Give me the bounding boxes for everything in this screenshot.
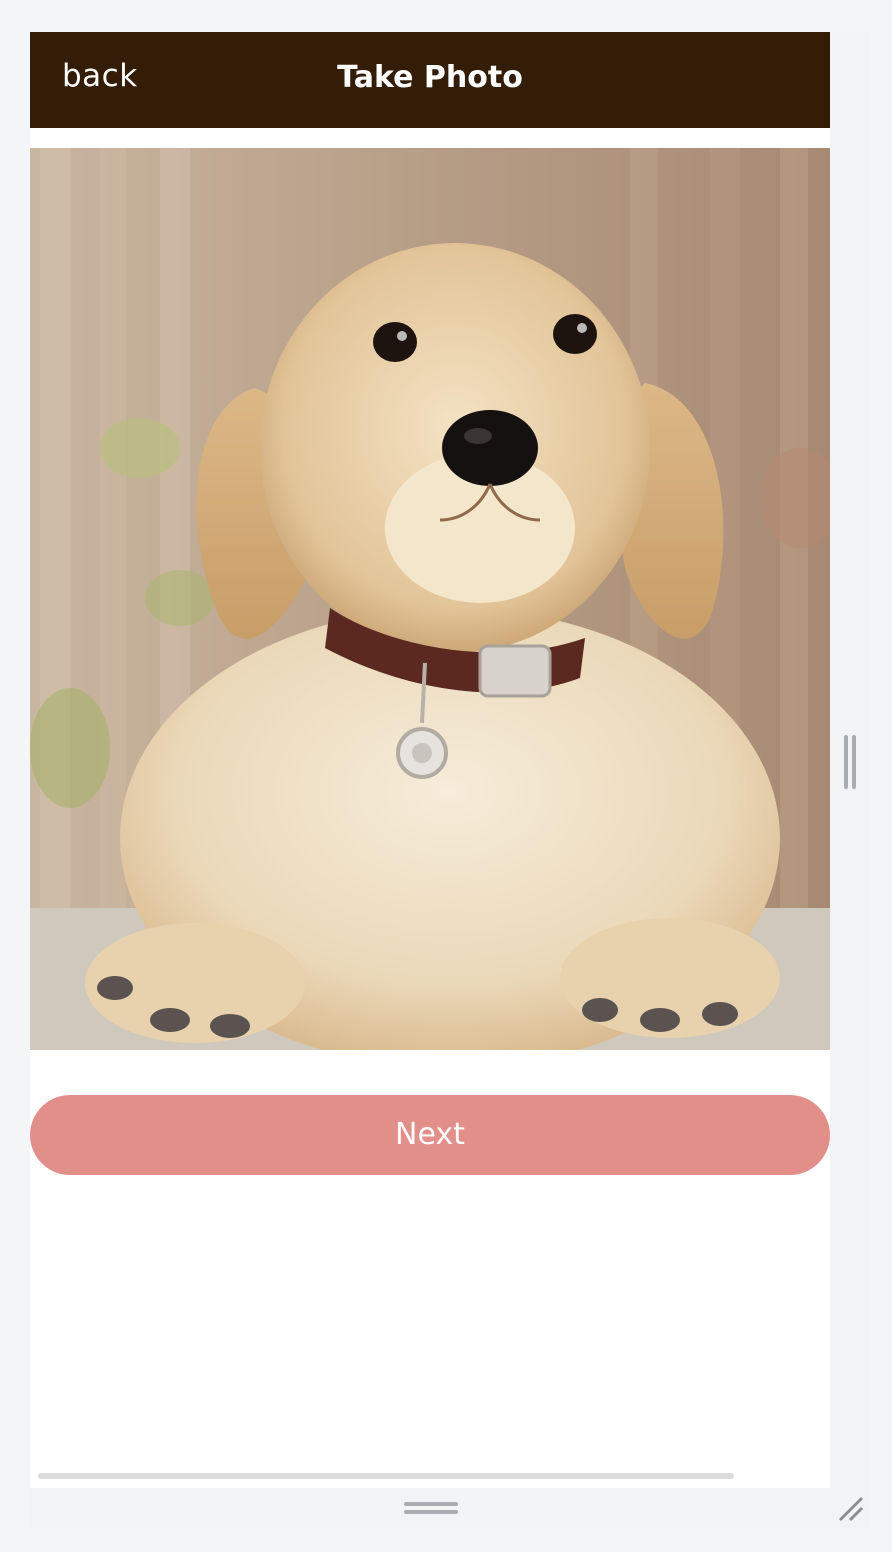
- app-screen: back Take Photo Next: [30, 32, 830, 1488]
- preview-frame: back Take Photo Next: [30, 32, 870, 1528]
- puppy-photo-icon: [30, 148, 830, 1050]
- vertical-resize-handle[interactable]: [844, 735, 858, 789]
- photo-preview: [30, 148, 830, 1050]
- app-header: back Take Photo: [30, 32, 830, 128]
- next-button[interactable]: Next: [30, 1095, 830, 1175]
- resize-grip-icon[interactable]: [836, 1494, 864, 1522]
- horizontal-resize-handle[interactable]: [404, 1502, 458, 1516]
- page-title: Take Photo: [337, 60, 523, 95]
- horizontal-scrollbar[interactable]: [38, 1473, 734, 1479]
